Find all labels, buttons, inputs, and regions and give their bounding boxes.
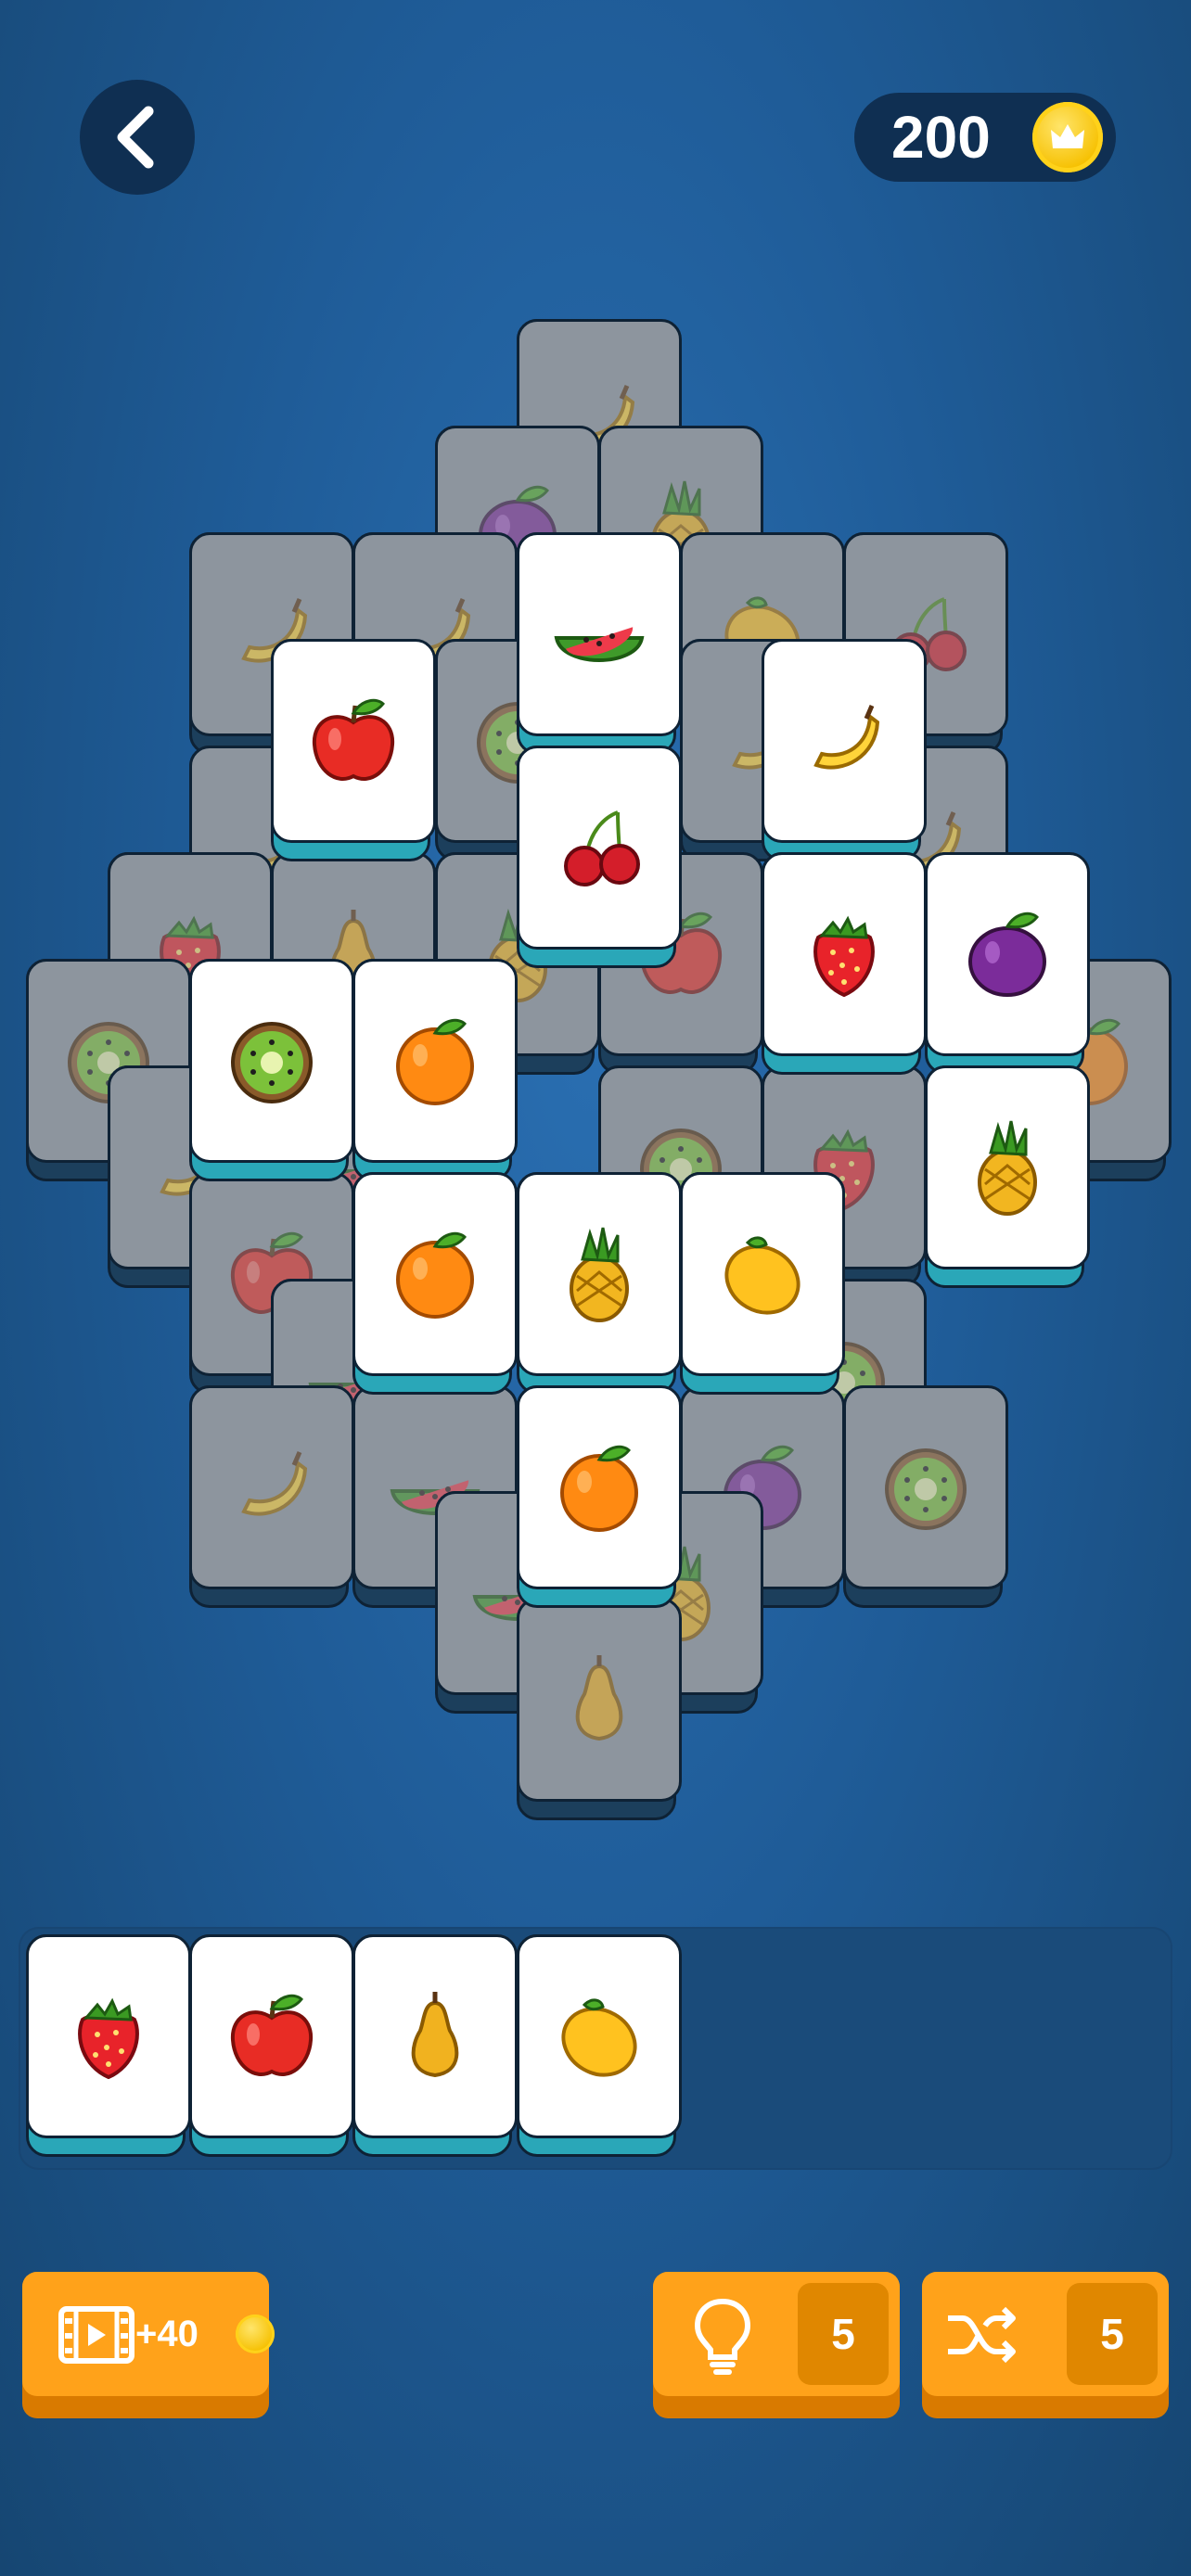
tile-banana (189, 1385, 354, 1608)
tile-kiwi (843, 1385, 1008, 1608)
tile-kiwi[interactable] (189, 959, 354, 1181)
banana-icon (762, 639, 927, 843)
crown-coin-icon (236, 2315, 275, 2353)
film-video-icon (58, 2306, 134, 2364)
back-button[interactable] (80, 80, 195, 195)
tile-lemon[interactable] (680, 1172, 845, 1395)
pineapple-icon (517, 1172, 682, 1376)
game-board (0, 0, 1191, 2576)
tray-tile-pear (352, 1934, 518, 2157)
orange-icon (517, 1385, 682, 1589)
tile-watermelon[interactable] (517, 532, 682, 755)
tile-strawberry[interactable] (762, 852, 927, 1075)
tile-pear (517, 1598, 682, 1820)
orange-icon (352, 959, 518, 1163)
banana-icon (189, 1385, 354, 1589)
apple-icon (271, 639, 436, 843)
tile-orange[interactable] (352, 1172, 518, 1395)
shuffle-count: 5 (1067, 2283, 1158, 2385)
pear-icon (352, 1934, 518, 2138)
orange-icon (352, 1172, 518, 1376)
plum-icon (925, 852, 1090, 1056)
strawberry-icon (26, 1934, 191, 2138)
watch-video-button[interactable]: +40 (22, 2272, 275, 2418)
kiwi-icon (189, 959, 354, 1163)
tile-banana[interactable] (762, 639, 927, 861)
tile-pineapple[interactable] (517, 1172, 682, 1395)
tile-cherry[interactable] (517, 746, 682, 968)
tile-apple[interactable] (271, 639, 436, 861)
hint-count: 5 (798, 2283, 889, 2385)
tile-pineapple[interactable] (925, 1065, 1090, 1288)
lemon-icon (517, 1934, 682, 2138)
shuffle-button[interactable]: 5 (922, 2272, 1169, 2418)
cherry-icon (517, 746, 682, 950)
watermelon-icon (517, 532, 682, 736)
coin-count: 200 (891, 104, 991, 171)
strawberry-icon (762, 852, 927, 1056)
tile-orange[interactable] (352, 959, 518, 1181)
apple-icon (189, 1934, 354, 2138)
pineapple-icon (925, 1065, 1090, 1269)
tile-plum[interactable] (925, 852, 1090, 1075)
lemon-icon (680, 1172, 845, 1376)
hint-button[interactable]: 5 (653, 2272, 900, 2418)
lightbulb-icon (694, 2298, 751, 2375)
pear-icon (517, 1598, 682, 1802)
coin-balance: 200 (854, 93, 1116, 182)
chevron-left-icon (117, 106, 154, 169)
kiwi-icon (843, 1385, 1008, 1589)
tray-tile-apple (189, 1934, 354, 2157)
tray-tile-strawberry (26, 1934, 191, 2157)
video-reward-label: +40 (135, 2314, 198, 2354)
tray-tile-lemon (517, 1934, 682, 2157)
shuffle-icon (948, 2306, 1016, 2364)
tile-orange[interactable] (517, 1385, 682, 1608)
crown-coin-icon (1032, 102, 1103, 172)
